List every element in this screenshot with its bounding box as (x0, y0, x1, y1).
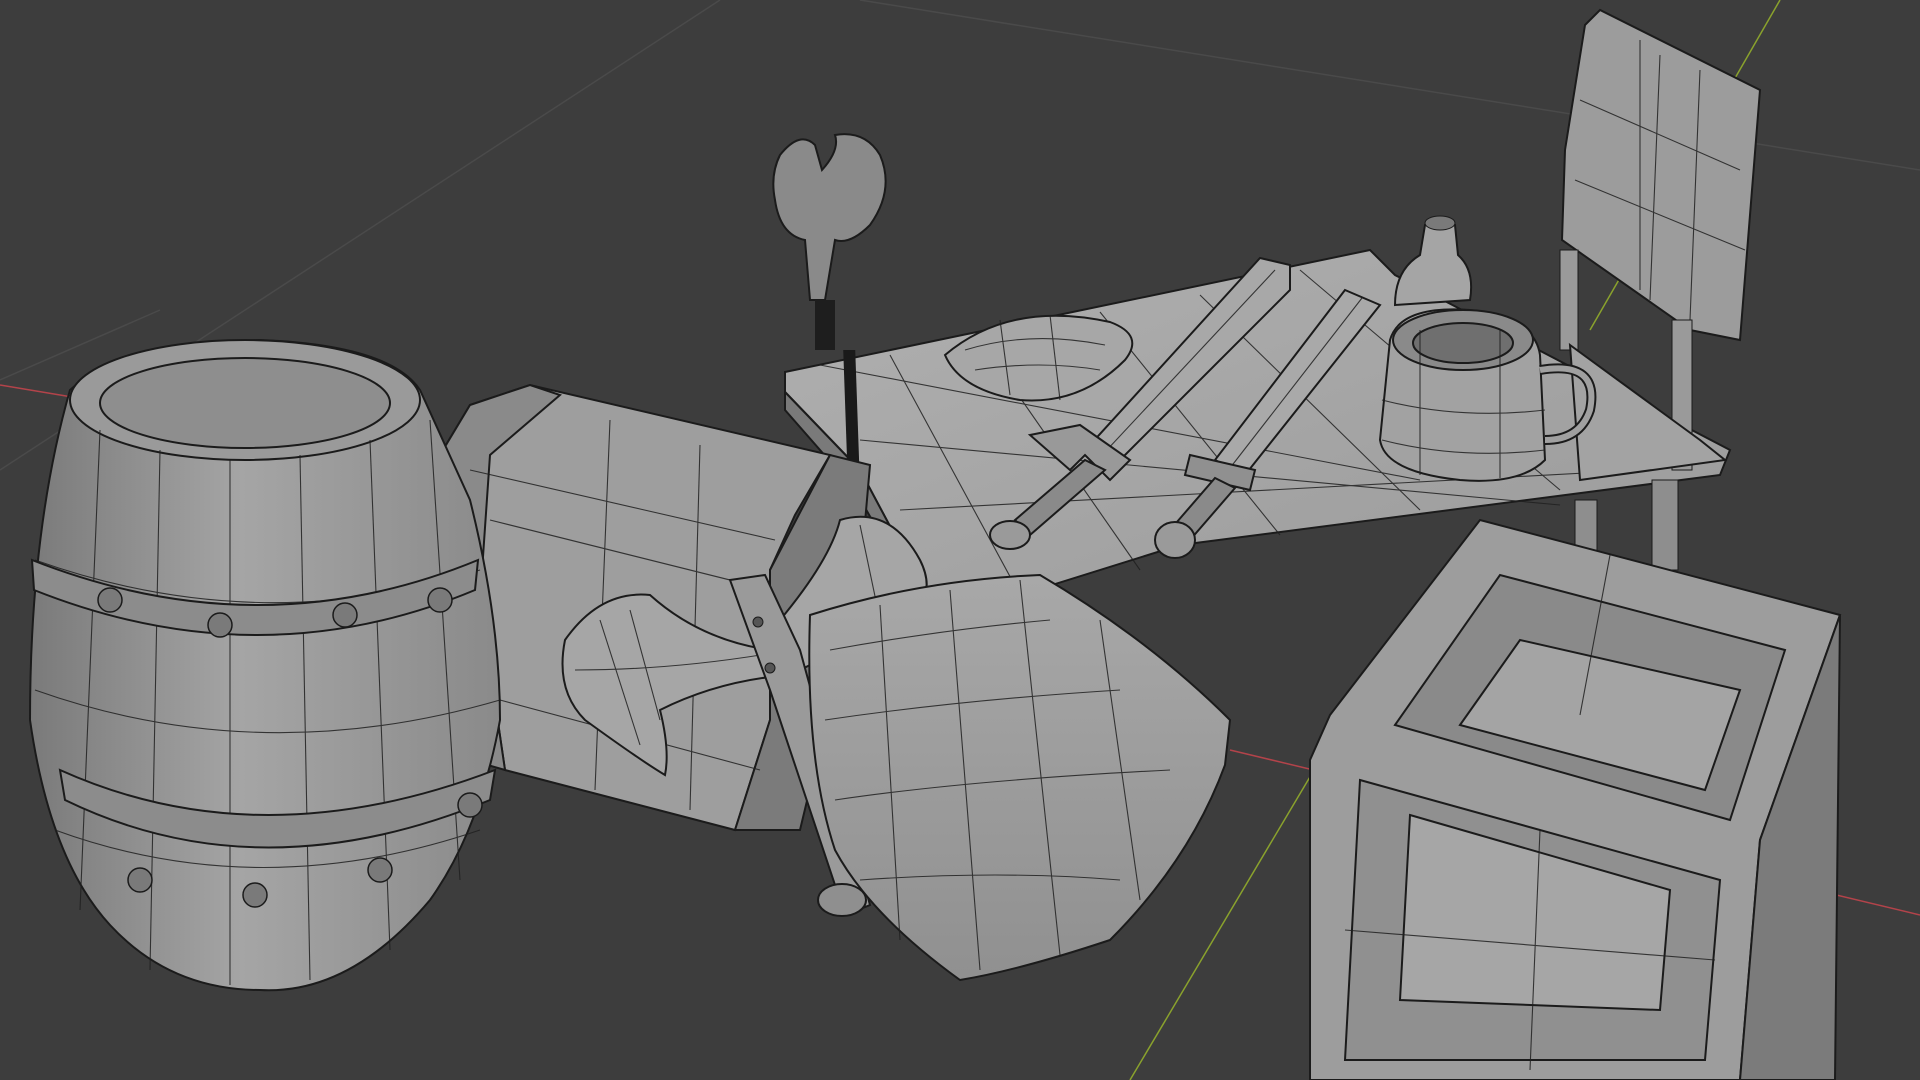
3d-viewport[interactable] (0, 0, 1920, 1080)
viewport-canvas[interactable] (0, 0, 1920, 1080)
shield-mesh[interactable] (808, 573, 1232, 982)
bottle-mesh[interactable] (1393, 215, 1473, 307)
barrel-mesh[interactable] (28, 338, 502, 992)
crate-mesh[interactable] (1309, 518, 1842, 1080)
